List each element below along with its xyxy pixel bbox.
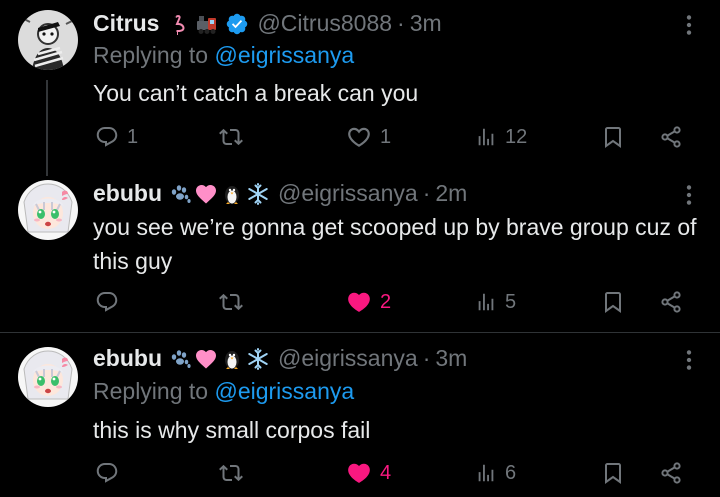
penguin-icon	[220, 182, 244, 206]
paw-prints-icon	[168, 347, 192, 371]
tweet-text: this is why small corpos fail	[93, 417, 371, 443]
bookmark-icon	[601, 125, 625, 149]
like-button[interactable]: 1	[346, 122, 391, 152]
bookmark-button[interactable]	[601, 122, 625, 152]
reply-icon	[95, 461, 119, 485]
retweet-button[interactable]	[219, 287, 251, 317]
replying-to-label: Replying to	[93, 42, 209, 68]
more-options-icon[interactable]	[676, 347, 702, 373]
share-icon	[659, 461, 683, 485]
display-name[interactable]: ebubu	[93, 345, 162, 372]
reply-count: 1	[127, 125, 139, 148]
tweet-text: you see we’re gonna get scooped up by br…	[93, 214, 697, 274]
bookmark-icon	[601, 290, 625, 314]
tweet-header: Citrus @Citrus8088 · 3m	[93, 10, 442, 37]
display-name[interactable]: Citrus	[93, 10, 159, 37]
tweet-3[interactable]: ebubu @eigrissanya · 3m Replying to @eig…	[0, 333, 720, 497]
timestamp[interactable]: 2m	[435, 180, 467, 207]
more-options-icon[interactable]	[676, 12, 702, 38]
penguin-icon	[220, 347, 244, 371]
tweet-1[interactable]: Citrus @Citrus8088 · 3m Replying to @eig…	[0, 0, 720, 168]
reply-button[interactable]	[95, 458, 127, 488]
paw-prints-icon	[168, 182, 192, 206]
bookmark-button[interactable]	[601, 287, 625, 317]
timestamp[interactable]: 3m	[410, 10, 442, 37]
bookmark-button[interactable]	[601, 458, 625, 488]
views-button[interactable]: 6	[475, 458, 516, 488]
like-button[interactable]: 2	[346, 287, 391, 317]
share-button[interactable]	[659, 458, 683, 488]
replying-to: Replying to @eigrissanya	[93, 42, 354, 69]
like-button[interactable]: 4	[346, 458, 391, 488]
retweet-icon	[219, 125, 243, 149]
reply-mention-link[interactable]: @eigrissanya	[214, 378, 354, 404]
reply-button[interactable]	[95, 287, 127, 317]
locomotive-icon	[195, 12, 219, 36]
tweet-text: You can’t catch a break can you	[93, 80, 419, 106]
separator-dot: ·	[422, 345, 431, 371]
views-icon	[475, 462, 497, 484]
heart-icon	[346, 124, 372, 150]
pink-heart-icon	[194, 182, 218, 206]
tweet-header: ebubu @eigrissanya · 3m	[93, 345, 467, 372]
heart-filled-icon	[346, 460, 372, 486]
share-button[interactable]	[659, 287, 683, 317]
retweet-button[interactable]	[219, 458, 251, 488]
retweet-icon	[219, 290, 243, 314]
views-button[interactable]: 5	[475, 287, 516, 317]
view-count: 5	[505, 290, 517, 313]
reply-button[interactable]: 1	[95, 122, 138, 152]
tweet-2[interactable]: ebubu @eigrissanya · 2m you see we’re go…	[0, 168, 720, 333]
pink-heart-icon	[194, 347, 218, 371]
share-button[interactable]	[659, 122, 683, 152]
reply-icon	[95, 125, 119, 149]
avatar[interactable]	[18, 10, 78, 70]
display-name[interactable]: ebubu	[93, 180, 162, 207]
share-icon	[659, 125, 683, 149]
reply-icon	[95, 290, 119, 314]
view-count: 12	[505, 125, 528, 148]
views-icon	[475, 291, 497, 313]
views-icon	[475, 126, 497, 148]
user-handle[interactable]: @eigrissanya	[278, 345, 418, 372]
like-count: 4	[380, 461, 392, 484]
separator-dot: ·	[422, 180, 431, 206]
snowflake-icon	[246, 347, 270, 371]
more-options-icon[interactable]	[676, 182, 702, 208]
like-count: 1	[380, 125, 392, 148]
user-handle[interactable]: @eigrissanya	[278, 180, 418, 207]
verified-badge-icon	[225, 12, 249, 36]
views-button[interactable]: 12	[475, 122, 527, 152]
timestamp[interactable]: 3m	[435, 345, 467, 372]
flamingo-icon	[165, 12, 189, 36]
snowflake-icon	[246, 182, 270, 206]
view-count: 6	[505, 461, 517, 484]
user-handle[interactable]: @Citrus8088	[257, 10, 392, 37]
heart-filled-icon	[346, 289, 372, 315]
replying-to: Replying to @eigrissanya	[93, 378, 354, 405]
replying-to-label: Replying to	[93, 378, 209, 404]
retweet-button[interactable]	[219, 122, 251, 152]
avatar[interactable]	[18, 347, 78, 407]
bookmark-icon	[601, 461, 625, 485]
separator-dot: ·	[397, 10, 405, 36]
tweet-header: ebubu @eigrissanya · 2m	[93, 180, 467, 207]
avatar[interactable]	[18, 180, 78, 240]
retweet-icon	[219, 461, 243, 485]
like-count: 2	[380, 290, 392, 313]
reply-mention-link[interactable]: @eigrissanya	[214, 42, 354, 68]
share-icon	[659, 290, 683, 314]
